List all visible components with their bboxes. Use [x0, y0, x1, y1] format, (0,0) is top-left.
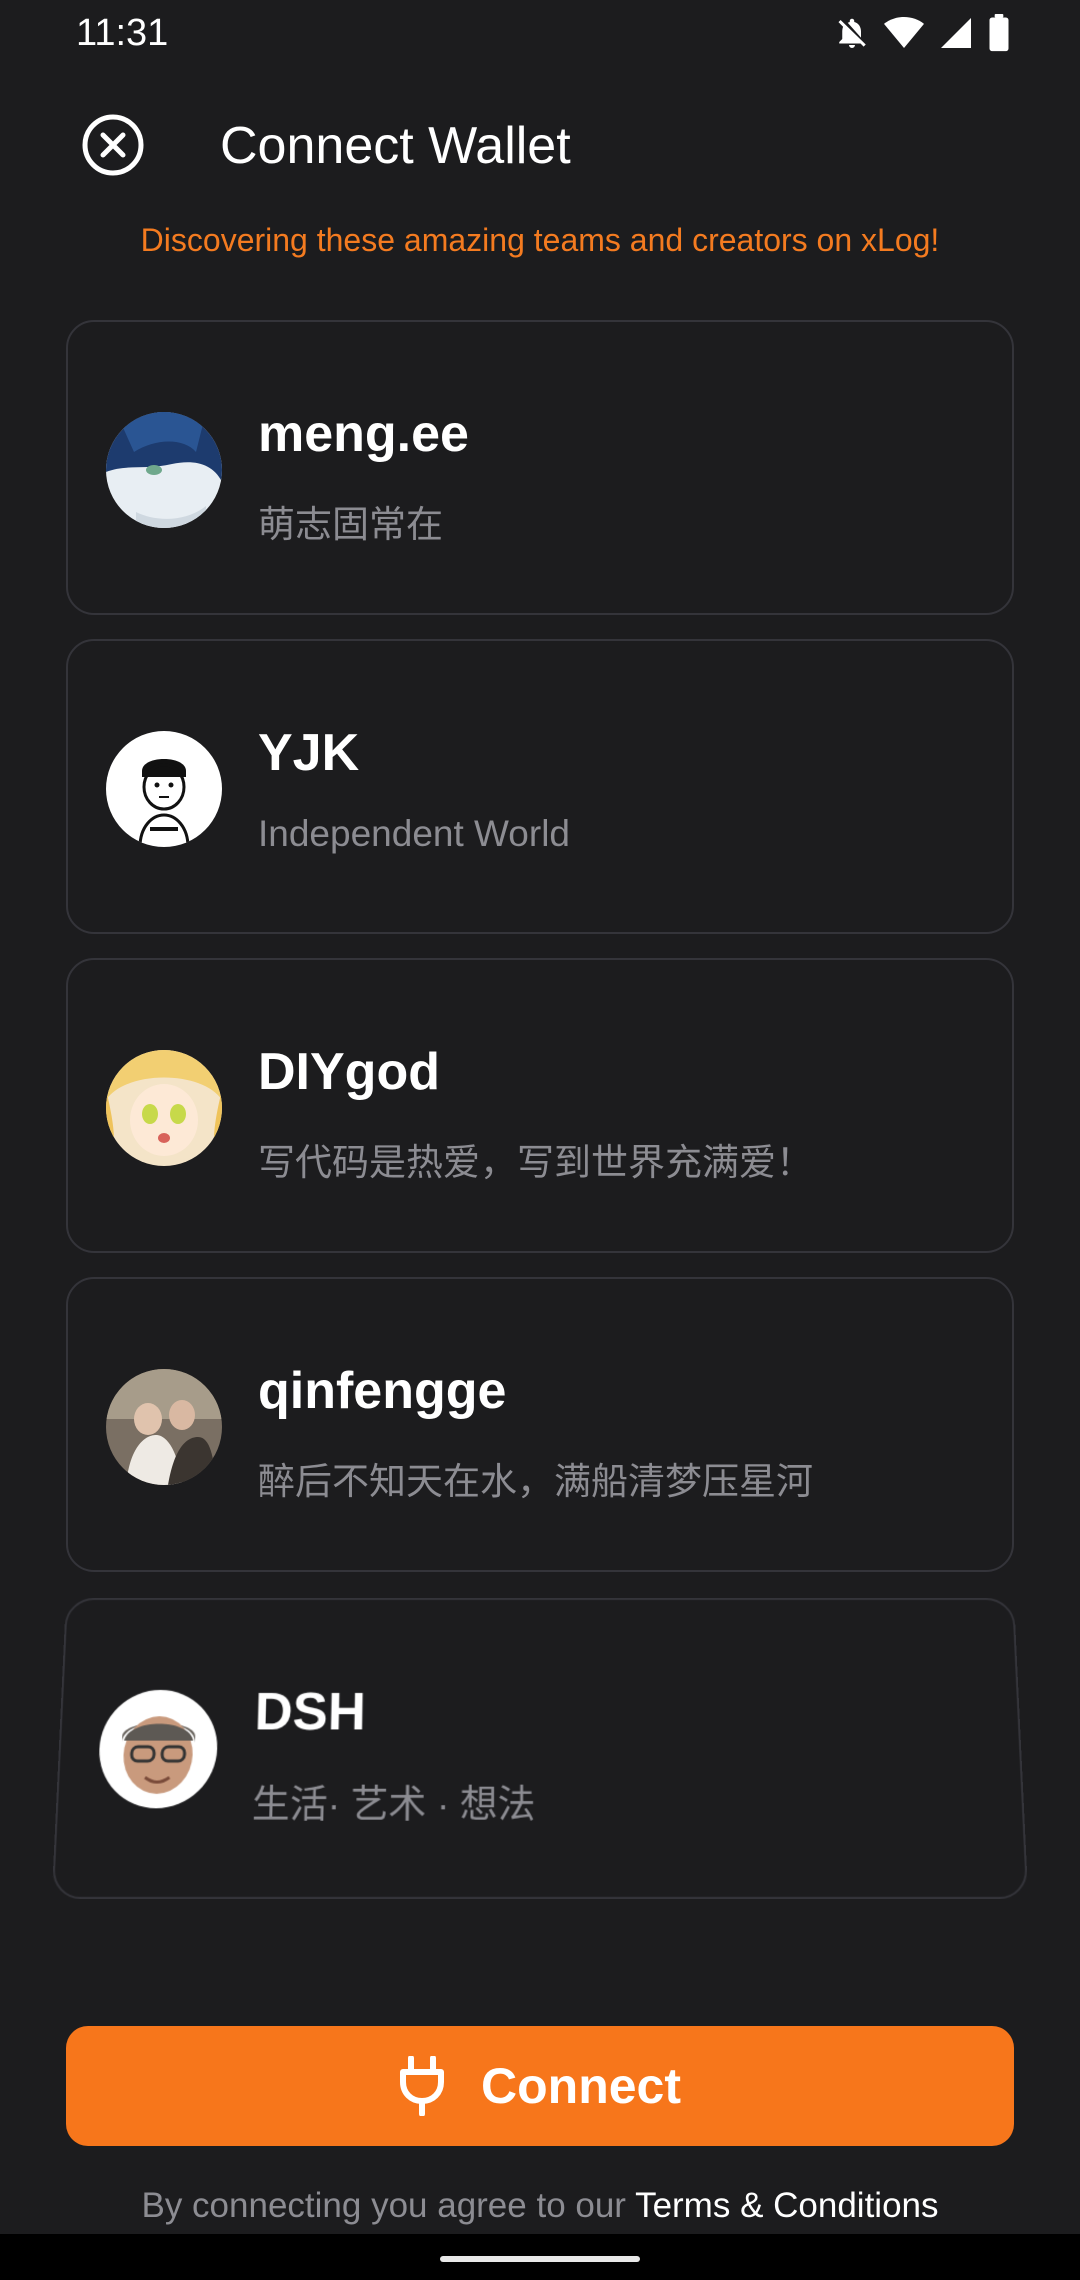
- avatar: [106, 1369, 222, 1485]
- terms-text: By connecting you agree to our Terms & C…: [0, 2186, 1080, 2226]
- navigation-bar: [0, 2234, 1080, 2280]
- creator-description: 写代码是热爱，写到世界充满爱！: [258, 1142, 813, 1183]
- close-circle-icon: [82, 114, 144, 176]
- creator-name: YJK: [258, 724, 360, 782]
- creator-description: 萌志固常在: [258, 504, 443, 545]
- creator-description: 醉后不知天在水，满船清梦压星河: [258, 1461, 813, 1502]
- subtitle: Discovering these amazing teams and crea…: [140, 222, 940, 258]
- creator-name: DSH: [253, 1682, 367, 1742]
- creator-description: 生活· 艺术 · 想法: [251, 1783, 536, 1826]
- creator-card-yjk[interactable]: YJK Independent World: [66, 639, 1014, 934]
- avatar: [96, 1689, 220, 1809]
- close-button[interactable]: [80, 112, 146, 178]
- terms-link[interactable]: Terms & Conditions: [635, 2186, 938, 2225]
- notifications-off-icon: [834, 15, 870, 51]
- avatar: [106, 412, 222, 528]
- creator-description: Independent World: [258, 813, 570, 854]
- connect-wallet-screen: 11:31 Connect Wallet Discovering these a…: [0, 0, 1080, 2280]
- battery-icon: [988, 14, 1010, 52]
- plug-icon: [400, 2056, 444, 2116]
- creator-name: meng.ee: [258, 405, 469, 463]
- connect-button-label: Connect: [481, 2058, 681, 2114]
- status-time: 11:31: [76, 12, 169, 54]
- creator-card-qinfengge[interactable]: qinfengge 醉后不知天在水，满船清梦压星河: [66, 1277, 1014, 1572]
- connect-button[interactable]: Connect: [66, 2026, 1014, 2146]
- home-indicator[interactable]: [440, 2256, 640, 2262]
- creator-card-meng-ee[interactable]: meng.ee 萌志固常在: [66, 320, 1014, 615]
- avatar: [106, 1050, 222, 1166]
- creator-card-diygod[interactable]: DIYgod 写代码是热爱，写到世界充满爱！: [66, 958, 1014, 1253]
- cellular-signal-icon: [938, 15, 974, 51]
- creator-card-dsh[interactable]: DSH 生活· 艺术 · 想法: [51, 1598, 1029, 1899]
- terms-prefix: By connecting you agree to our: [141, 2186, 626, 2225]
- creator-name: DIYgod: [258, 1043, 440, 1101]
- status-bar: 11:31: [0, 0, 1080, 70]
- page-title: Connect Wallet: [220, 117, 571, 175]
- creator-name: qinfengge: [258, 1362, 507, 1420]
- status-icons: [834, 14, 1010, 52]
- header: Connect Wallet: [0, 100, 1080, 190]
- avatar: [106, 731, 222, 847]
- wifi-icon: [884, 15, 924, 51]
